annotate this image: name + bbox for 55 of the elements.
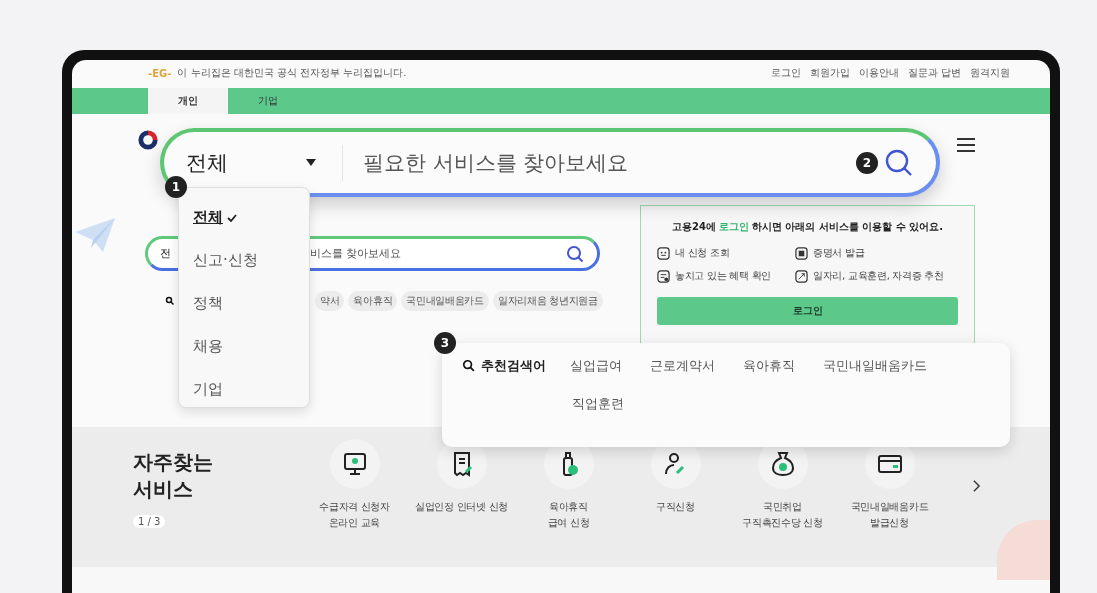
service-label[interactable]: 실업인정 인터넷 신청 [414,499,509,515]
list-icon [657,246,670,260]
keyword-link[interactable]: 근로계약서 [650,357,715,375]
menu-item[interactable]: 기업 [193,368,223,411]
login-prompt-text: 고용24에 [671,220,716,234]
utility-link[interactable]: 로그인 [770,66,801,80]
page-indicator: 1 / 3 [133,515,166,528]
chevron-right-icon[interactable] [972,479,981,493]
search-icon [165,296,175,306]
keyword-link[interactable]: 직업훈련 [572,395,624,413]
utility-link[interactable]: 회원가입 [809,66,850,80]
notice-text: 이 누리집은 대한민국 공식 전자정부 누리집입니다. [177,66,407,80]
search-icon[interactable] [565,243,585,264]
step-badge: 1 [165,176,187,198]
caret-icon[interactable] [306,158,316,167]
menu-icon[interactable] [957,138,975,152]
service-label[interactable]: 육아휴직 급여 신청 [547,499,590,531]
keyword-link[interactable]: 실업급여 [570,357,622,375]
menu-item[interactable]: 정책 [193,282,223,325]
service-label[interactable]: 국민취업 구직촉진수당 신청 [742,499,823,531]
keyword-link[interactable]: 국민내일배움카드 [823,357,927,375]
section-title: 추천검색어 [481,357,546,375]
utility-link[interactable]: 질문과 답변 [907,66,961,80]
keyword-chip[interactable]: 일자리채움 청년지원금 [492,291,603,311]
keyword-chip[interactable]: 약서 [315,291,345,311]
service-label[interactable]: 수급자격 신청자 온라인 교육 [319,499,390,531]
paper-plane-drawing [75,218,115,252]
service-link[interactable]: 증명서 발급 [813,246,865,260]
service-link[interactable]: 일자리, 교육훈련, 자격증 추천 [813,269,944,283]
logo-icon[interactable] [136,128,160,152]
menu-item[interactable]: 채용 [193,325,223,368]
tab[interactable]: 기업 [228,88,308,114]
keyword-link[interactable]: 육아휴직 [743,357,795,375]
service-label[interactable]: 구직신청 [656,499,695,515]
keyword-chip[interactable]: 국민내일배움카드 [401,291,489,311]
category-select[interactable]: 전체 [186,148,306,177]
step-badge: 2 [856,151,878,174]
service-link[interactable]: 내 신청 조회 [675,246,730,260]
step-badge: 3 [434,332,456,354]
search-icon[interactable] [884,147,914,178]
tab[interactable]: 개인 [148,88,228,114]
utility-link[interactable]: 원격지원 [970,66,1010,80]
utility-link[interactable]: 이용안내 [858,66,899,80]
login-prompt-text: 하시면 아래의 서비스를 이용할 수 있어요. [751,220,944,234]
certificate-icon [795,246,808,260]
service-link[interactable]: 놓치고 있는 혜택 확인 [675,269,771,283]
logo-text: -EG- [148,67,172,79]
service-label[interactable]: 국민내일배움카드 발급신청 [850,499,929,531]
check-icon [227,213,237,222]
section-title: 자주찾는 서비스 [133,449,214,503]
keyword-chip[interactable]: 육아휴직 [348,291,398,311]
search-icon [462,359,476,373]
login-button[interactable]: 로그인 [657,297,958,325]
menu-item[interactable]: 전체 [193,196,237,239]
document-icon [657,269,670,283]
